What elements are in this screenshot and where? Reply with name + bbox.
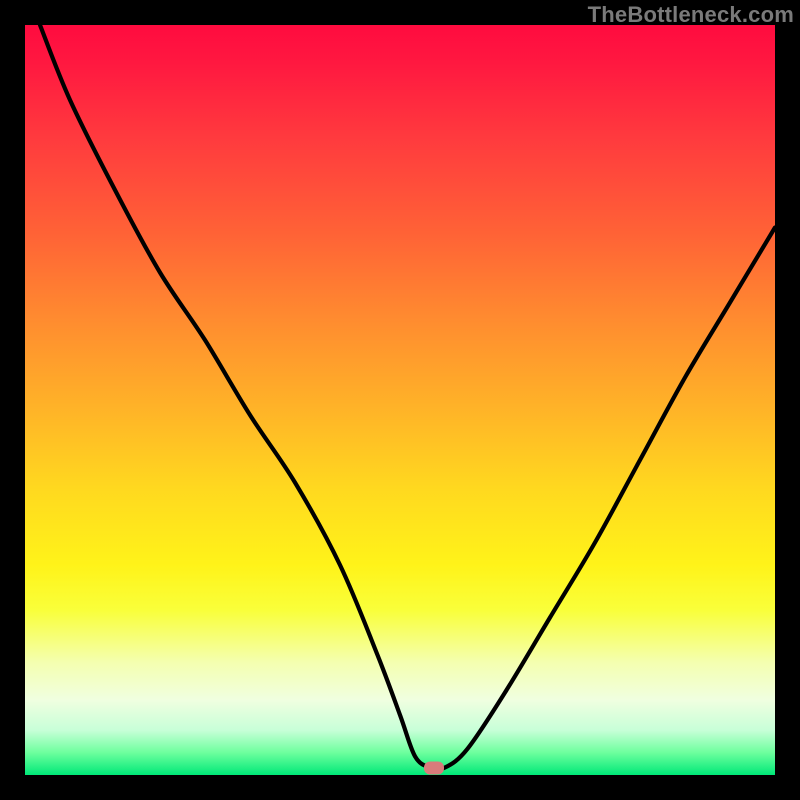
watermark-text: TheBottleneck.com <box>588 2 794 28</box>
bottleneck-curve <box>25 25 775 775</box>
chart-container: TheBottleneck.com <box>0 0 800 800</box>
optimal-point-marker <box>424 761 444 774</box>
